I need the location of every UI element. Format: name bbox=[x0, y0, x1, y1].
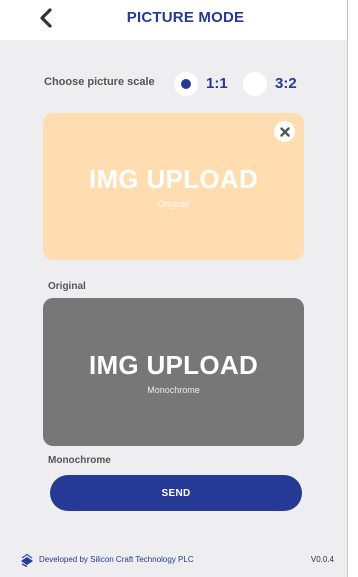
footer: Developed by Silicon Craft Technology PL… bbox=[0, 550, 347, 574]
footer-credit: Developed by Silicon Craft Technology PL… bbox=[39, 555, 194, 564]
send-button[interactable]: SEND bbox=[50, 475, 302, 511]
monochrome-upload-text: IMG UPLOAD bbox=[88, 349, 259, 380]
scale-radio-3-2[interactable] bbox=[243, 72, 267, 96]
scale-option-3-2-label[interactable]: 3:2 bbox=[275, 75, 297, 92]
app-screen: PICTURE MODE Choose picture scale 1:1 3:… bbox=[0, 0, 347, 577]
original-caption: Original bbox=[157, 199, 189, 209]
header-bar: PICTURE MODE bbox=[0, 0, 347, 40]
close-icon bbox=[279, 126, 290, 137]
scale-radio-1-1[interactable] bbox=[174, 72, 198, 96]
scale-label: Choose picture scale bbox=[44, 76, 155, 88]
app-version: V0.0.4 bbox=[310, 555, 334, 564]
original-section-label: Original bbox=[48, 281, 86, 292]
original-upload-area[interactable]: IMG UPLOAD Original bbox=[43, 113, 304, 260]
monochrome-upload-area[interactable]: IMG UPLOAD Monochrome bbox=[43, 298, 304, 446]
monochrome-caption: Monochrome bbox=[147, 384, 200, 395]
remove-image-button[interactable] bbox=[274, 121, 295, 142]
scale-option-1-1-label[interactable]: 1:1 bbox=[206, 75, 228, 92]
page-title: PICTURE MODE bbox=[126, 9, 245, 26]
company-logo-icon bbox=[21, 553, 33, 567]
window-edge bbox=[347, 0, 358, 577]
monochrome-section-label: Monochrome bbox=[48, 455, 111, 466]
original-upload-text: IMG UPLOAD bbox=[88, 164, 259, 194]
scale-selector: Choose picture scale 1:1 3:2 bbox=[40, 72, 340, 96]
radio-selected-dot bbox=[181, 79, 191, 89]
